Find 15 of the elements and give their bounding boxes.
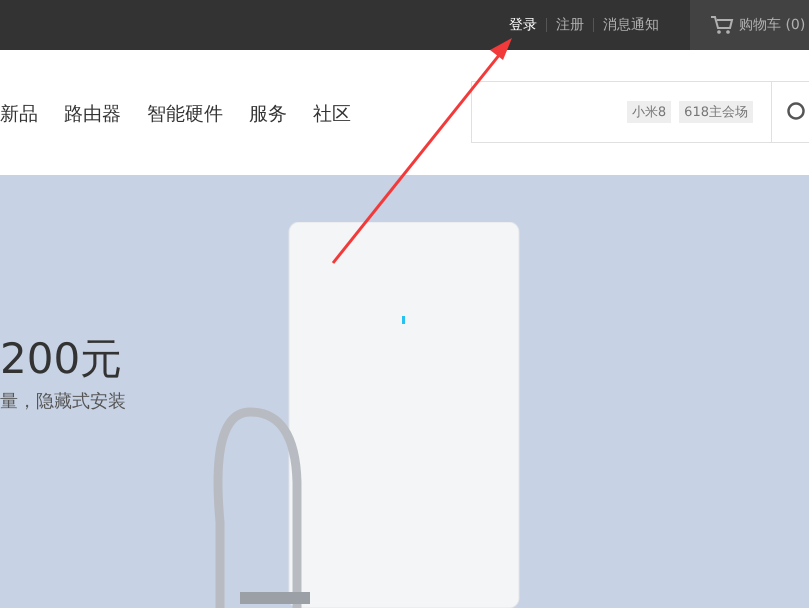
top-link[interactable]: 消息通知 <box>603 16 659 34</box>
nav-link[interactable]: 社区 <box>313 101 351 127</box>
top-link[interactable]: 登录 <box>509 16 537 34</box>
nav-link[interactable]: 智能硬件 <box>147 101 223 127</box>
nav-link[interactable]: 服务 <box>249 101 287 127</box>
search-tag[interactable]: 小米8 <box>626 101 672 123</box>
search-field[interactable]: 小米8 618主会场 <box>471 81 809 143</box>
banner-price: 200元 <box>0 333 124 385</box>
nav-link[interactable]: 新品 <box>0 101 38 127</box>
cart-button[interactable]: 购物车 (0) <box>690 0 809 50</box>
search-tag[interactable]: 618主会场 <box>679 101 753 123</box>
cart-icon <box>710 15 734 35</box>
nav-link[interactable]: 路由器 <box>64 101 121 127</box>
top-link[interactable]: 注册 <box>556 16 584 34</box>
banner-subtitle: 量，隐藏式安装 <box>0 390 126 413</box>
